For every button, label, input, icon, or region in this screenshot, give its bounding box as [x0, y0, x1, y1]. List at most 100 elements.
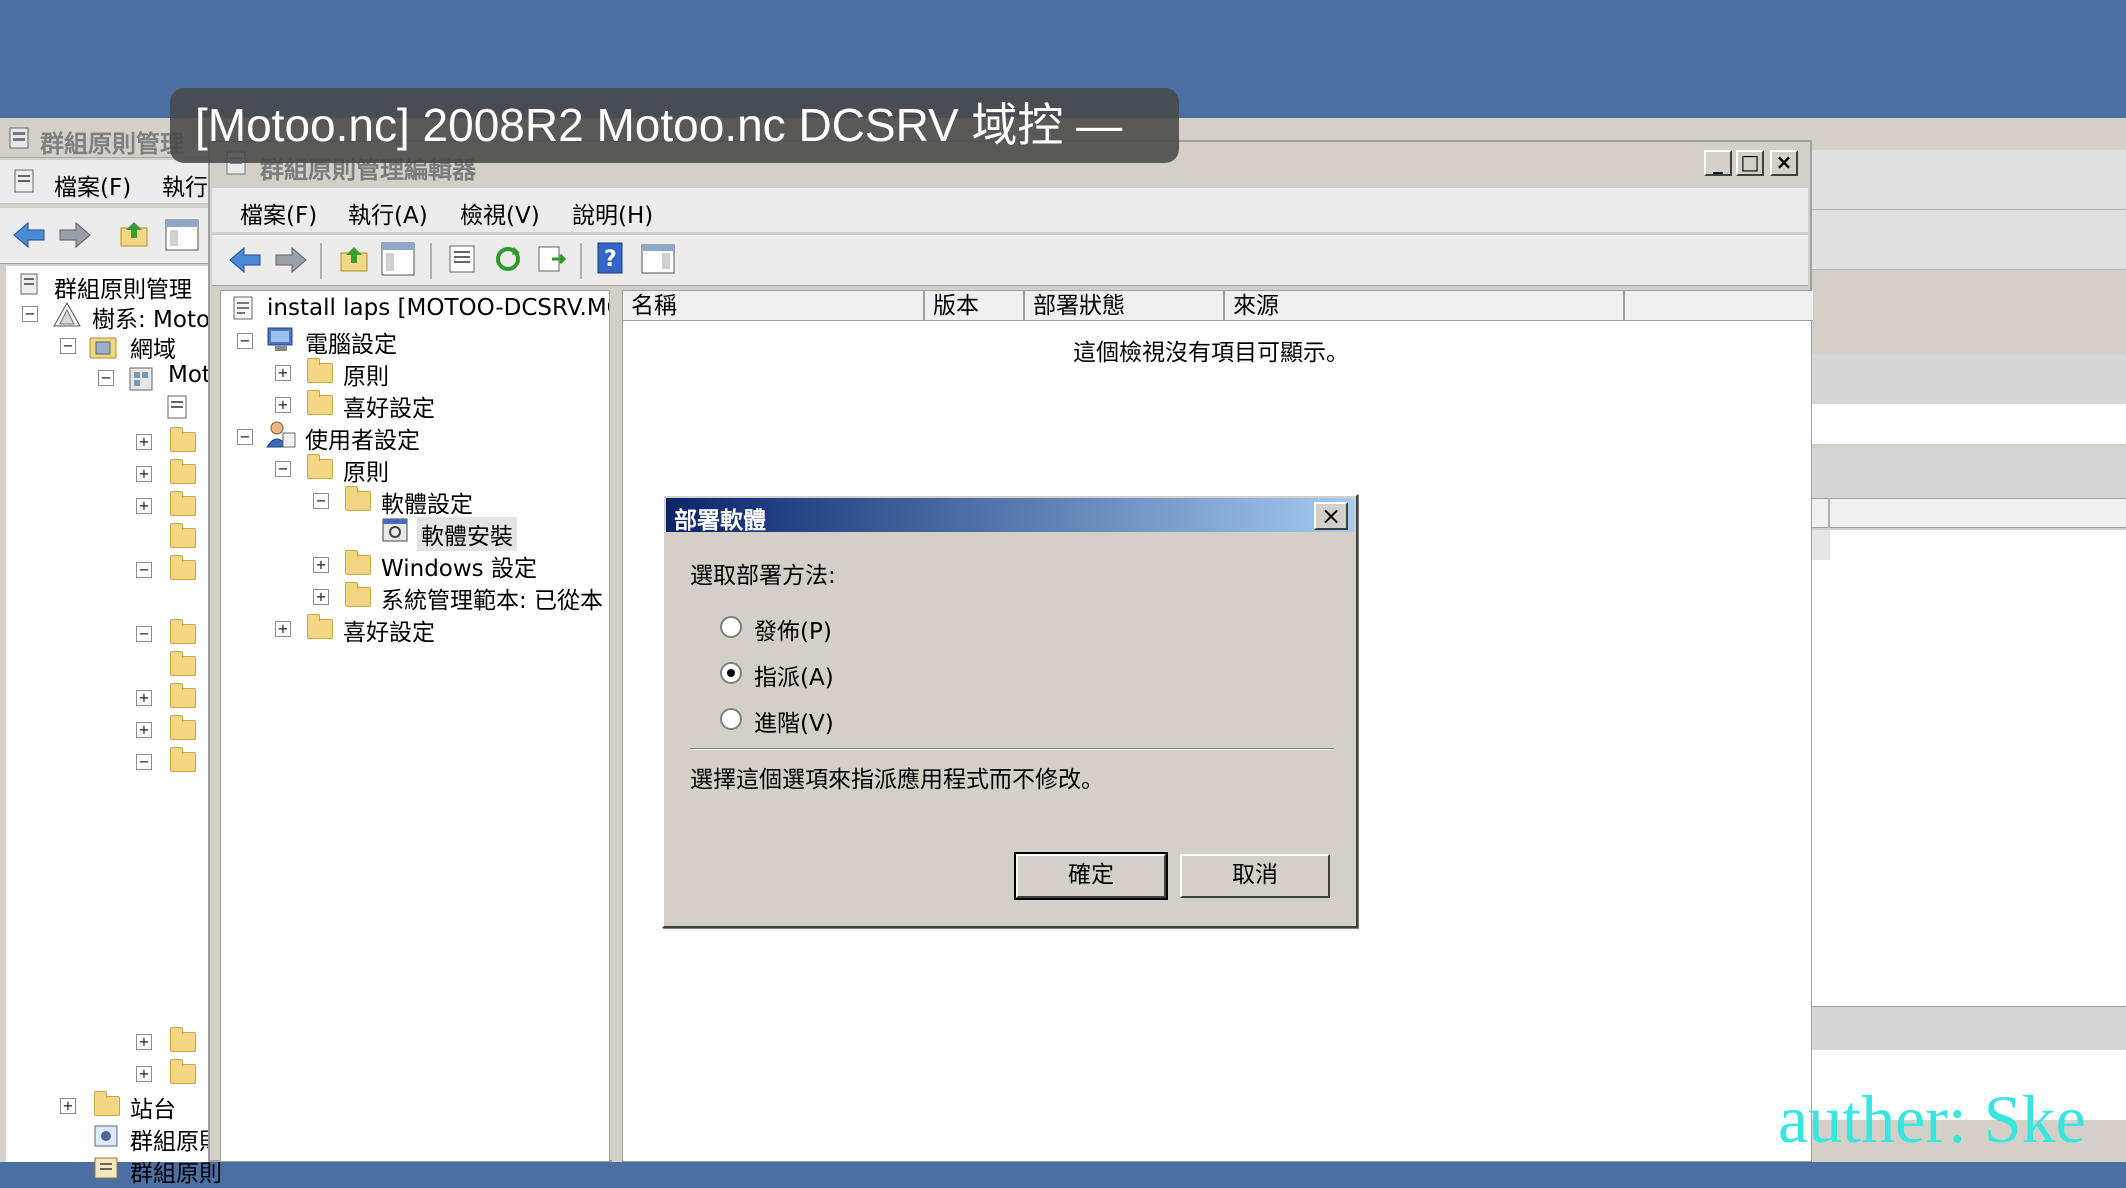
- dialog-close-button[interactable]: ×: [1314, 502, 1348, 530]
- expand-toggle[interactable]: +: [60, 1098, 76, 1114]
- ou-folder-icon: [170, 459, 196, 484]
- column-deployment-state[interactable]: 部署狀態: [1025, 291, 1225, 321]
- deployment-method-prompt: 選取部署方法:: [690, 563, 836, 589]
- gpmc-doc-icon: [14, 169, 34, 193]
- expand-toggle[interactable]: +: [136, 722, 152, 738]
- expand-toggle[interactable]: +: [136, 1034, 152, 1050]
- expand-toggle[interactable]: −: [136, 562, 152, 578]
- minimize-button[interactable]: _: [1704, 150, 1732, 176]
- gpmc-menu-file[interactable]: 檔案(F): [54, 168, 131, 202]
- tree-computer-config-label[interactable]: 電腦設定: [305, 325, 397, 359]
- gpme-tree-pane: install laps [MOTOO-DCSRV.MOT − 電腦設定 + 原…: [220, 290, 610, 1162]
- expand-toggle[interactable]: +: [136, 690, 152, 706]
- deploy-software-dialog: 部署軟體 × 選取部署方法: 發佈(P) 指派(A) 進階(V) 選擇這個選項來…: [662, 494, 1358, 928]
- expand-toggle[interactable]: +: [136, 498, 152, 514]
- author-watermark: auther: Ske: [1778, 1081, 2086, 1157]
- expand-toggle[interactable]: +: [136, 466, 152, 482]
- maximize-button[interactable]: □: [1736, 150, 1764, 176]
- close-button[interactable]: ×: [1770, 150, 1798, 176]
- tree-root-label[interactable]: install laps [MOTOO-DCSRV.MOT: [267, 295, 609, 321]
- column-name[interactable]: 名稱: [623, 291, 925, 321]
- gpo-root-icon: [233, 296, 253, 320]
- gpmc-right-menu-strip: [1812, 150, 2126, 210]
- gpmc-root-icon: [20, 273, 38, 295]
- pane-splitter[interactable]: [612, 290, 622, 1162]
- expand-toggle[interactable]: +: [275, 621, 291, 637]
- gpmc-tree-root-label[interactable]: 群組原則管理: [54, 270, 192, 304]
- folder-icon: [345, 486, 371, 511]
- publish-radio[interactable]: [720, 616, 742, 638]
- tree-user-policies-label[interactable]: 原則: [343, 453, 389, 487]
- starter-gpo-folder-icon: [170, 1059, 196, 1084]
- gpmc-menu-action[interactable]: 執行: [162, 168, 208, 202]
- gpme-menu-bar: 檔案(F) 執行(A) 檢視(V) 說明(H): [212, 188, 1808, 232]
- column-divider[interactable]: [1828, 498, 1830, 528]
- ou-folder-icon: [170, 683, 196, 708]
- menu-view[interactable]: 檢視(V): [460, 196, 540, 230]
- expand-toggle[interactable]: +: [136, 1066, 152, 1082]
- expand-toggle[interactable]: +: [313, 557, 329, 573]
- gp-results-icon: [94, 1157, 118, 1179]
- up-folder-icon[interactable]: [118, 218, 150, 250]
- expand-toggle[interactable]: +: [313, 589, 329, 605]
- expand-toggle[interactable]: +: [136, 434, 152, 450]
- tree-sites-label[interactable]: 站台: [130, 1090, 176, 1124]
- expand-toggle[interactable]: −: [98, 370, 114, 386]
- tree-windows-settings-label[interactable]: Windows 設定: [381, 549, 537, 583]
- export-list-icon[interactable]: [536, 243, 568, 275]
- publish-label[interactable]: 發佈(P): [754, 612, 832, 646]
- toolbar-separator: [430, 243, 432, 279]
- expand-toggle[interactable]: −: [136, 626, 152, 642]
- tree-software-settings-label[interactable]: 軟體設定: [381, 485, 473, 519]
- tree-user-config-label[interactable]: 使用者設定: [305, 421, 420, 455]
- tree-domain-label[interactable]: Mot: [168, 362, 211, 388]
- expand-toggle[interactable]: −: [22, 306, 38, 322]
- properties-icon[interactable]: [446, 243, 478, 275]
- menu-help[interactable]: 說明(H): [572, 196, 653, 230]
- ok-button[interactable]: 確定: [1014, 852, 1168, 900]
- help-icon[interactable]: ?: [596, 241, 626, 275]
- forward-arrow-icon[interactable]: [58, 220, 92, 250]
- tree-admin-templates-label[interactable]: 系統管理範本: 已從本: [381, 581, 603, 615]
- folder-icon: [345, 550, 371, 575]
- menu-action[interactable]: 執行(A): [348, 196, 428, 230]
- back-arrow-icon[interactable]: [12, 220, 46, 250]
- menu-file[interactable]: 檔案(F): [240, 196, 317, 230]
- show-hide-tree-icon[interactable]: [164, 218, 200, 252]
- tree-forest-label[interactable]: 樹系: Motoo: [92, 300, 224, 334]
- forward-arrow-icon[interactable]: [274, 245, 308, 275]
- expand-toggle[interactable]: −: [275, 461, 291, 477]
- assign-label[interactable]: 指派(A): [754, 658, 834, 692]
- column-source[interactable]: 來源: [1225, 291, 1625, 321]
- tree-computer-preferences-label[interactable]: 喜好設定: [343, 389, 435, 423]
- column-version[interactable]: 版本: [925, 291, 1025, 321]
- advanced-label[interactable]: 進階(V): [754, 704, 834, 738]
- up-folder-icon[interactable]: [338, 243, 370, 275]
- advanced-radio[interactable]: [720, 708, 742, 730]
- dialog-title-bar[interactable]: 部署軟體 ×: [666, 498, 1354, 534]
- tree-domains-label[interactable]: 網域: [130, 330, 176, 364]
- expand-toggle[interactable]: −: [60, 338, 76, 354]
- gpmc-right-tab-strip: [1812, 404, 2126, 444]
- expand-toggle[interactable]: −: [313, 493, 329, 509]
- expand-toggle[interactable]: −: [237, 429, 253, 445]
- expand-toggle[interactable]: −: [237, 333, 253, 349]
- gpmc-right-list-row[interactable]: [1812, 530, 1830, 560]
- tree-software-install-label[interactable]: 軟體安裝: [417, 517, 517, 551]
- expand-toggle[interactable]: +: [275, 365, 291, 381]
- tree-user-preferences-label[interactable]: 喜好設定: [343, 613, 435, 647]
- dialog-divider: [690, 748, 1334, 750]
- assign-radio[interactable]: [720, 662, 742, 684]
- expand-toggle[interactable]: −: [136, 754, 152, 770]
- gpmc-right-toolbar-strip: [1812, 210, 2126, 270]
- tree-computer-policies-label[interactable]: 原則: [343, 357, 389, 391]
- show-hide-tree-icon[interactable]: [380, 241, 416, 277]
- user-config-icon: [266, 421, 296, 448]
- refresh-icon[interactable]: [492, 243, 524, 275]
- toolbar-separator: [320, 243, 322, 279]
- sites-icon: [94, 1091, 120, 1116]
- action-pane-icon[interactable]: [640, 243, 676, 275]
- cancel-button[interactable]: 取消: [1180, 854, 1330, 898]
- expand-toggle[interactable]: +: [275, 397, 291, 413]
- back-arrow-icon[interactable]: [228, 245, 262, 275]
